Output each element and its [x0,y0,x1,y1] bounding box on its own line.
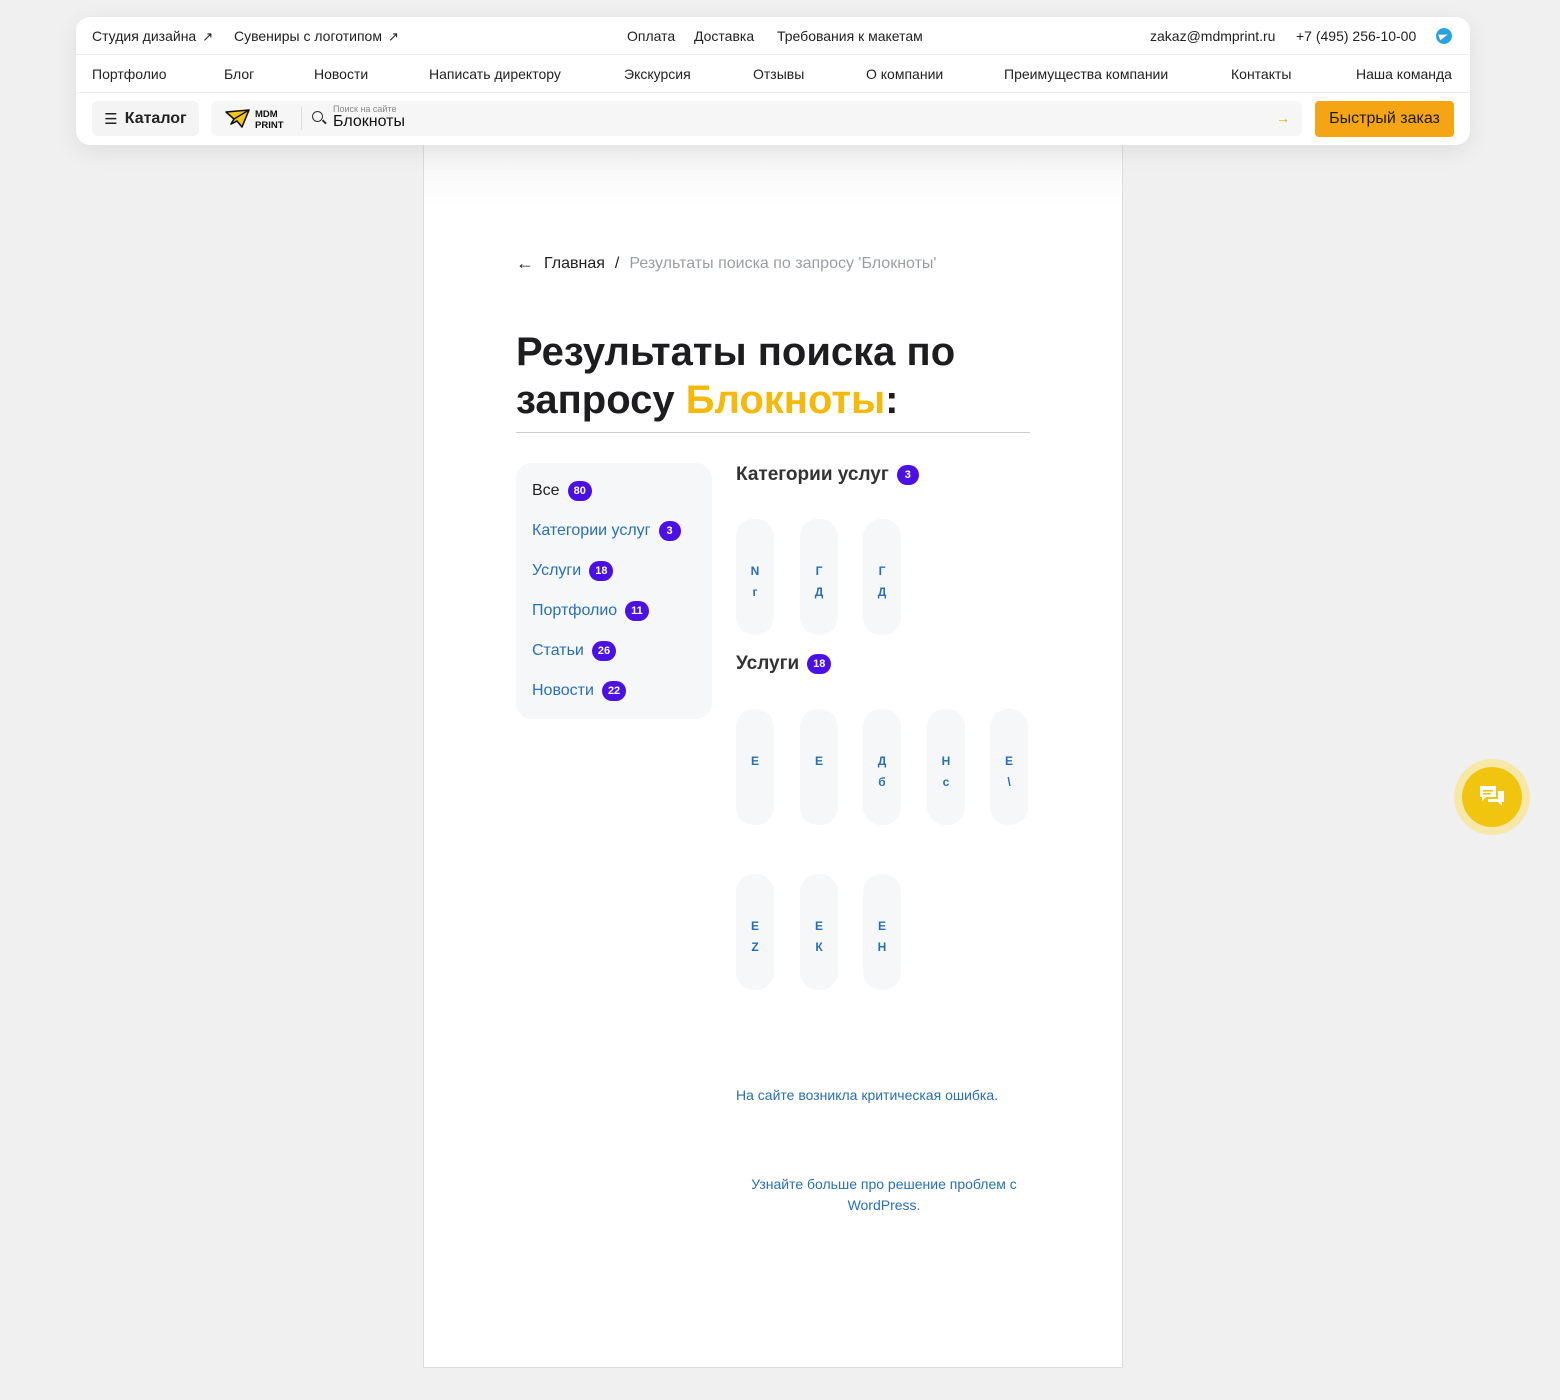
category-card[interactable]: ГД [800,519,838,635]
count-badge: 22 [601,681,627,701]
filter-services[interactable]: Услуги 18 [532,561,614,581]
header-top-row: Студия дизайна ↗ Сувениры с логотипом ↗ Оп… [76,17,1470,55]
filter-all[interactable]: Все 80 [532,481,592,501]
service-card[interactable]: Е [800,709,838,825]
search-submit-arrow-icon[interactable]: → [1276,110,1290,126]
count-badge: 26 [591,641,617,661]
site-header: Студия дизайна ↗ Сувениры с логотипом ↗ Оп… [76,17,1470,145]
wordpress-help-link[interactable]: Узнайте больше про решение проблем с Wor… [736,1174,1032,1216]
search-bar: MDM PRINT Поиск на сайте Блокноты → [211,101,1302,136]
category-card[interactable]: ГД [863,519,901,635]
breadcrumb-current: Результаты поиска по запросу 'Блокноты' [629,254,937,272]
divider [301,107,302,130]
link-delivery[interactable]: Доставка [694,28,754,44]
service-card[interactable]: Дб [863,709,901,825]
filter-news[interactable]: Новости 22 [532,681,627,701]
filter-portfolio[interactable]: Портфолио 11 [532,601,649,621]
breadcrumb-home[interactable]: Главная [544,255,605,273]
search-icon [312,111,323,122]
nav-news[interactable]: Новости [314,66,368,82]
telegram-icon[interactable] [1436,28,1452,44]
email-link[interactable]: zakaz@mdmprint.ru [1150,28,1275,44]
svg-text:MDM: MDM [255,109,278,120]
search-input[interactable]: Блокноты [333,113,405,131]
back-arrow-icon[interactable]: ← [516,253,534,274]
critical-error-message: На сайте возникла критическая ошибка. [736,1087,999,1103]
link-souvenirs[interactable]: Сувениры с логотипом ↗ [234,28,399,45]
nav-reviews[interactable]: Отзывы [753,66,804,82]
search-query: Блокноты [685,378,886,422]
service-card[interactable]: ЕZ [736,874,774,990]
service-card[interactable]: ЕК [800,874,838,990]
filter-service-categories[interactable]: Категории услуг 3 [532,521,681,541]
nav-portfolio[interactable]: Портфолио [92,66,167,82]
count-badge: 11 [625,601,649,621]
category-card[interactable]: Nг [736,519,774,635]
nav-contacts[interactable]: Контакты [1231,66,1291,82]
link-layout-requirements[interactable]: Требования к макетам [777,28,923,44]
external-arrow-icon: ↗ [202,29,214,44]
link-design-studio[interactable]: Студия дизайна ↗ [92,28,213,45]
chat-widget-button[interactable] [1454,759,1530,835]
header-tools-row: ☰ Каталог MDM PRINT Поиск на сайте Блокн… [76,93,1470,145]
nav-blog[interactable]: Блог [224,66,254,82]
quick-order-button[interactable]: Быстрый заказ [1315,101,1454,137]
filter-articles[interactable]: Статьи 26 [532,641,617,661]
service-card[interactable]: Е \ [990,709,1028,825]
count-badge: 80 [567,481,592,501]
breadcrumb-separator: / [614,254,620,272]
count-badge: 18 [589,561,614,581]
nav-excursion[interactable]: Экскурсия [624,66,691,82]
count-badge: 3 [896,465,919,485]
count-badge: 18 [807,654,832,674]
nav-team[interactable]: Наша команда [1356,66,1452,82]
main-nav: Портфолио Блог Новости Написать директор… [76,55,1470,93]
section-title-categories: Категории услуг 3 [736,464,919,486]
section-title-services: Услуги 18 [736,653,832,675]
nav-advantages[interactable]: Преимущества компании [1004,66,1168,82]
count-badge: 3 [658,521,681,541]
page-top-fade [424,145,1122,205]
svg-text:PRINT: PRINT [255,120,284,131]
phone-link[interactable]: +7 (495) 256-10-00 [1296,28,1416,44]
service-card[interactable]: Е [736,709,774,825]
breadcrumb: ← Главная / Результаты поиска по запросу… [516,253,936,274]
catalog-button[interactable]: ☰ Каталог [92,101,199,136]
page-title: Результаты поиска по запросу Блокноты: [516,330,956,422]
external-arrow-icon: ↗ [387,29,399,44]
nav-write-director[interactable]: Написать директору [429,66,561,82]
result-filters: Все 80 Категории услуг 3 Услуги 18 Портфоли… [516,463,712,719]
menu-icon: ☰ [104,110,118,128]
chat-bubbles-icon [1480,786,1504,806]
service-card[interactable]: ЕН [863,874,901,990]
mdm-print-logo[interactable]: MDM PRINT [225,107,287,131]
link-payment[interactable]: Оплата [627,28,675,44]
nav-about[interactable]: О компании [866,66,943,82]
title-divider [516,432,1030,433]
service-card[interactable]: Нс [927,709,965,825]
